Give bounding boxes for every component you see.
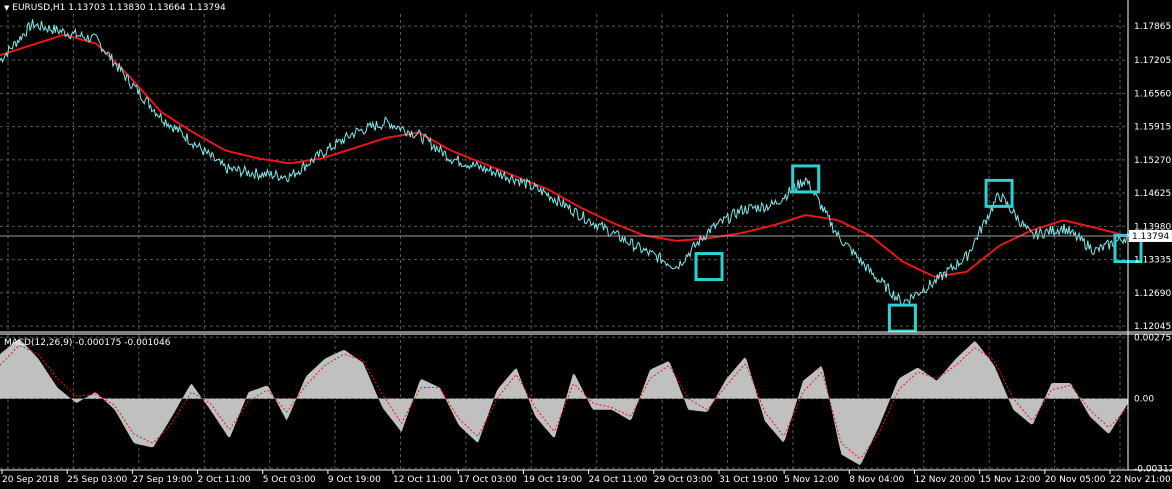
price-layer xyxy=(0,19,1129,307)
x-tick-label: 9 Oct 19:00 xyxy=(328,475,381,485)
x-tick-label: 15 Nov 12:00 xyxy=(980,475,1041,485)
symbol-header: ▼ EURUSD,H1 1.13703 1.13830 1.13664 1.13… xyxy=(4,3,226,14)
moving-average-layer xyxy=(0,33,1129,278)
x-tick-label: 20 Sep 2018 xyxy=(2,475,59,485)
highlight-box xyxy=(694,252,724,282)
x-tick-label: 2 Oct 11:00 xyxy=(198,475,251,485)
price-series-line xyxy=(0,19,1129,307)
x-tick-label: 29 Oct 03:00 xyxy=(654,475,713,485)
x-tick-label: 27 Sep 19:00 xyxy=(132,475,192,485)
x-axis-ticks: 20 Sep 2018 25 Sep 03:00 27 Sep 19:00 2 Oct… xyxy=(1,470,1171,485)
x-tick-label: 17 Oct 03:00 xyxy=(458,475,517,485)
price-tick-label: 1.13980 xyxy=(1134,222,1171,232)
macd-tick-label: 0.002752 xyxy=(1134,333,1172,343)
price-tick-label: 1.12690 xyxy=(1134,289,1171,299)
price-tick-label: 1.17205 xyxy=(1134,56,1171,66)
macd-header: MACD(12,26,9) -0.000175 -0.001046 xyxy=(4,338,171,348)
price-tick-label: 1.15270 xyxy=(1134,156,1171,166)
x-tick-label: 8 Nov 04:00 xyxy=(849,475,904,485)
macd-layer xyxy=(0,339,1129,466)
x-tick-label: 19 Oct 19:00 xyxy=(523,475,582,485)
x-tick-label: 25 Sep 03:00 xyxy=(67,475,127,485)
chart-canvas: 1.13794 1.17865 1.17205 1.16560 1.15915 1.15… xyxy=(0,0,1172,485)
current-price-label: 1.13794 xyxy=(1132,232,1169,242)
price-tick-label: 1.14625 xyxy=(1134,189,1171,199)
x-tick-label: 31 Oct 19:00 xyxy=(719,475,778,485)
highlight-box xyxy=(887,303,917,333)
macd-histogram xyxy=(0,339,1128,466)
price-tick-label: 1.16560 xyxy=(1134,89,1171,99)
x-tick-label: 5 Oct 03:00 xyxy=(263,475,316,485)
x-tick-label: 24 Oct 11:00 xyxy=(589,475,648,485)
price-tick-label: 1.15915 xyxy=(1134,123,1171,133)
x-tick-label: 5 Nov 12:00 xyxy=(784,475,839,485)
ma-series-line xyxy=(0,33,1129,278)
x-tick-label: 12 Oct 11:00 xyxy=(393,475,452,485)
highlight-boxes xyxy=(694,164,1143,333)
price-tick-label: 1.17865 xyxy=(1134,22,1171,32)
price-tick-label: 1.12045 xyxy=(1134,322,1171,332)
x-tick-label: 12 Nov 20:00 xyxy=(914,475,975,485)
x-tick-label: 22 Nov 21:00 xyxy=(1110,475,1171,485)
dropdown-triangle-icon[interactable]: ▼ xyxy=(4,4,9,12)
x-tick-label: 20 Nov 05:00 xyxy=(1045,475,1106,485)
symbol-line: EURUSD,H1 1.13703 1.13830 1.13664 1.1379… xyxy=(12,3,226,13)
macd-tick-label: -0.003124 xyxy=(1134,464,1172,474)
price-tick-label: 1.13335 xyxy=(1134,256,1171,266)
macd-tick-label: 0.00 xyxy=(1134,395,1154,405)
